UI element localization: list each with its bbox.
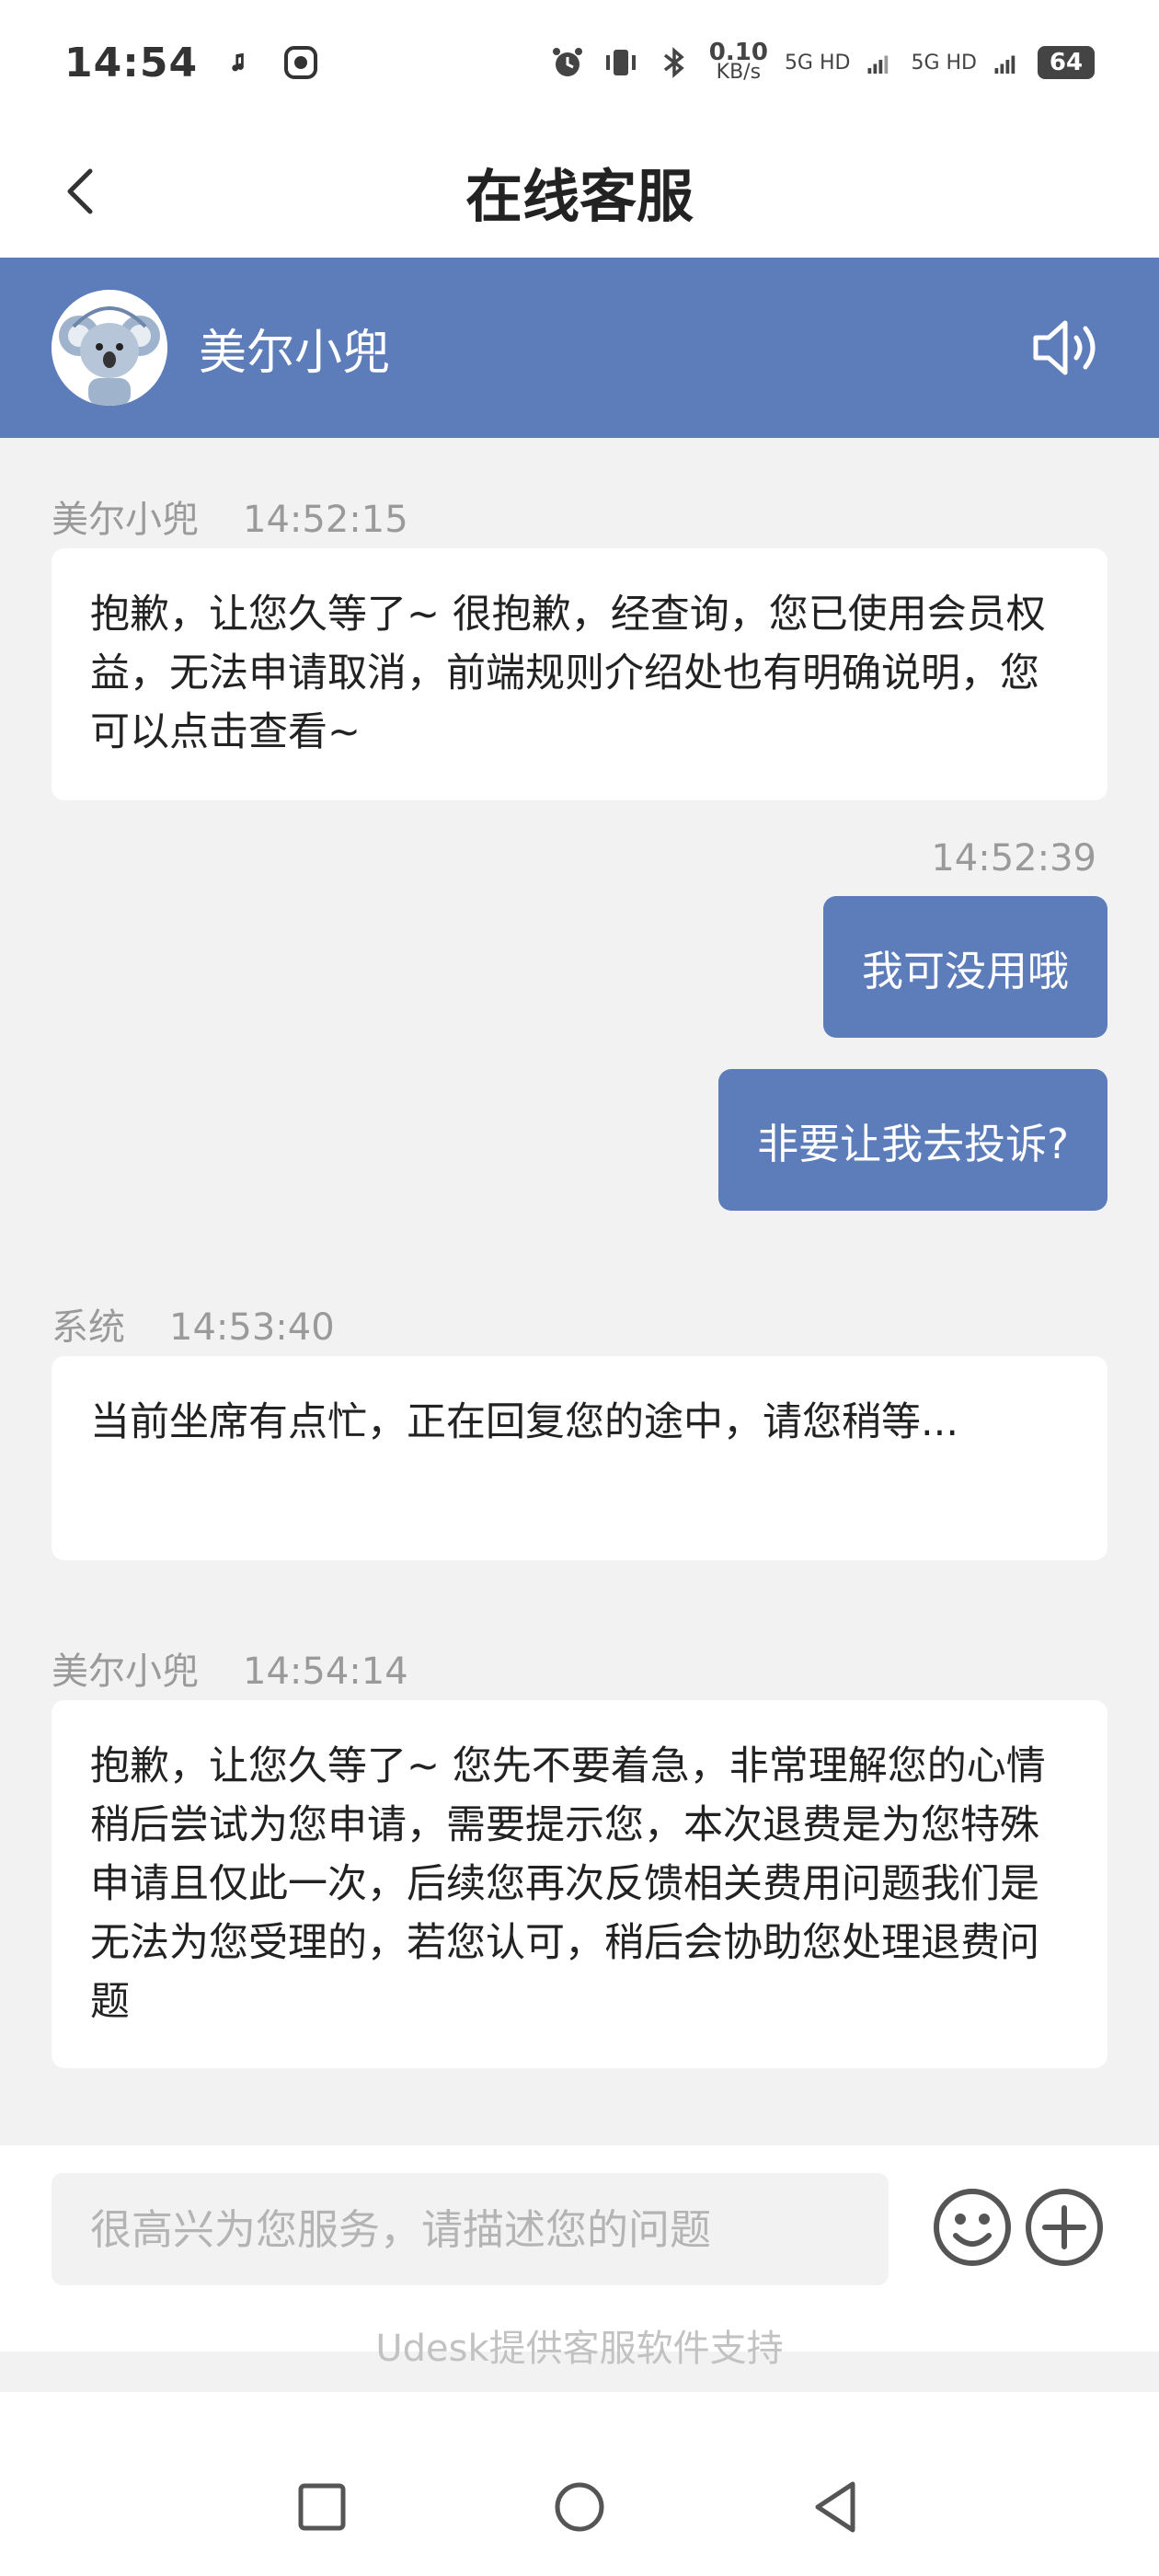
alarm-icon	[552, 48, 582, 76]
message-time: 14:52:39	[931, 837, 1096, 880]
net-speed: 0.10 KB/s	[708, 39, 768, 84]
chat-area[interactable]: 美尔小兜 14:52:15 抱歉，让您久等了~ 很抱歉，经查询，您已使用会员权益，…	[0, 438, 1159, 2145]
speaker-icon[interactable]	[1030, 316, 1107, 380]
agent-name: 美尔小兜	[199, 325, 391, 381]
bluetooth-icon	[663, 47, 684, 78]
page-title: 在线客服	[465, 163, 694, 230]
message-meta: 美尔小兜 14:54:14	[52, 1650, 408, 1693]
signal-1-label: 5G HD	[784, 51, 851, 75]
status-time: 14:54	[64, 39, 199, 86]
emoji-icon[interactable]	[931, 2186, 1014, 2269]
signal-icon-2	[994, 55, 1016, 74]
signal-2-label: 5G HD	[911, 51, 977, 75]
koala-avatar-icon	[52, 290, 167, 406]
notification-icon	[232, 52, 244, 72]
message-input[interactable]	[52, 2173, 889, 2285]
status-bar: 14:54 0.10 KB/s 5G HD 5G HD 64	[0, 0, 1159, 125]
outgoing-message-bubble: 非要让我去投诉?	[718, 1069, 1107, 1211]
plus-icon[interactable]	[1023, 2186, 1106, 2269]
outgoing-message-bubble: 我可没用哦	[822, 896, 1107, 1038]
back-arrow-icon[interactable]	[55, 164, 110, 219]
message-meta: 系统 14:53:40	[52, 1306, 335, 1349]
home-icon[interactable]	[549, 2477, 610, 2537]
back-nav-icon[interactable]	[807, 2477, 867, 2537]
vibrate-icon	[605, 50, 636, 75]
title-bar: 在线客服	[0, 125, 1159, 258]
avatar[interactable]	[52, 290, 167, 406]
battery-indicator: 64	[1038, 46, 1095, 79]
app-icon	[284, 46, 318, 79]
powered-by-label: Udesk提供客服软件支持	[375, 2328, 784, 2370]
recent-apps-icon[interactable]	[292, 2477, 352, 2537]
incoming-message-bubble: 抱歉，让您久等了~ 您先不要着急，非常理解您的心情 稍后尝试为您申请，需要提示您…	[52, 1700, 1107, 2068]
incoming-message-bubble: 抱歉，让您久等了~ 很抱歉，经查询，您已使用会员权益，无法申请取消，前端规则介绍…	[52, 548, 1107, 800]
agent-header: 美尔小兜	[0, 258, 1159, 438]
system-message-bubble: 当前坐席有点忙，正在回复您的途中，请您稍等...	[52, 1356, 1107, 1560]
chat-screen: 14:54 0.10 KB/s 5G HD 5G HD 64 在线客服 美尔小兜…	[0, 0, 1159, 2576]
message-meta: 美尔小兜 14:52:15	[52, 499, 408, 541]
signal-icon	[867, 55, 889, 74]
